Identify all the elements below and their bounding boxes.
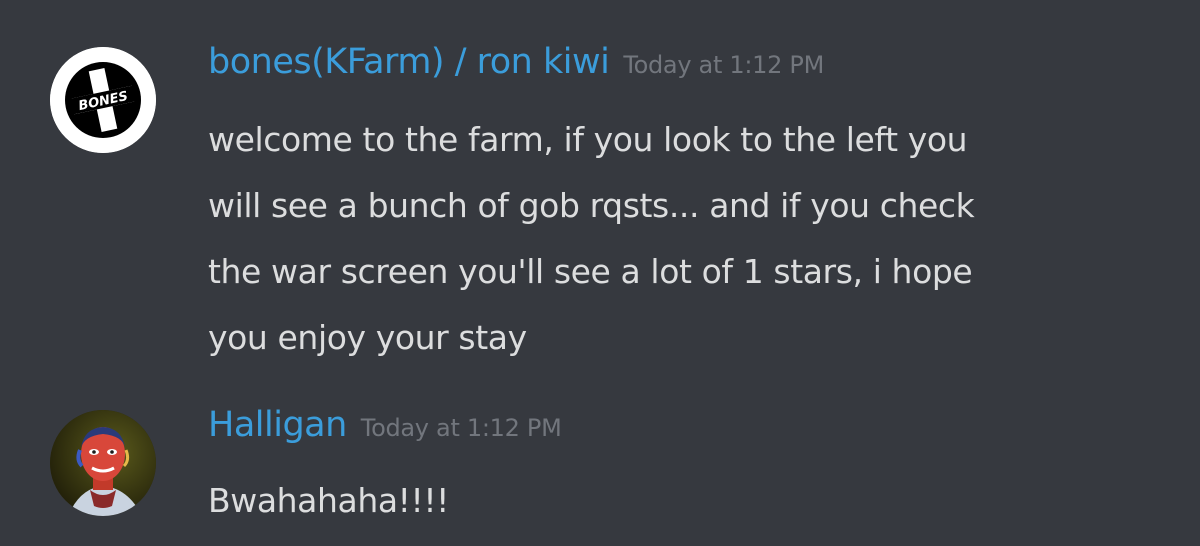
message-line: Bwahahaha!!!! (208, 481, 449, 520)
message-line: you enjoy your stay (208, 318, 527, 357)
message-header: Halligan Today at 1:12 PM (208, 405, 562, 445)
username[interactable]: bones(KFarm) / ron kiwi (208, 42, 610, 82)
avatar[interactable] (50, 410, 156, 516)
message: BONES bones(KFarm) / ron kiwi Today at 1:… (0, 0, 1200, 380)
chat-messages: BONES bones(KFarm) / ron kiwi Today at 1:… (0, 0, 1200, 546)
message-line: the war screen you'll see a lot of 1 sta… (208, 252, 973, 291)
message: Halligan Today at 1:12 PM Bwahahaha!!!! (0, 380, 1200, 546)
message-line: will see a bunch of gob rqsts... and if … (208, 186, 975, 225)
timestamp[interactable]: Today at 1:12 PM (623, 51, 824, 79)
message-content: welcome to the farm, if you look to the … (208, 107, 1158, 371)
message-line: welcome to the farm, if you look to the … (208, 120, 968, 159)
username[interactable]: Halligan (208, 405, 347, 445)
avatar[interactable]: BONES (50, 47, 156, 153)
timestamp[interactable]: Today at 1:12 PM (361, 414, 562, 442)
message-header: bones(KFarm) / ron kiwi Today at 1:12 PM (208, 42, 824, 82)
user-photo-icon (50, 410, 156, 516)
message-content: Bwahahaha!!!! (208, 468, 1158, 534)
bones-logo-icon: BONES (50, 47, 156, 153)
